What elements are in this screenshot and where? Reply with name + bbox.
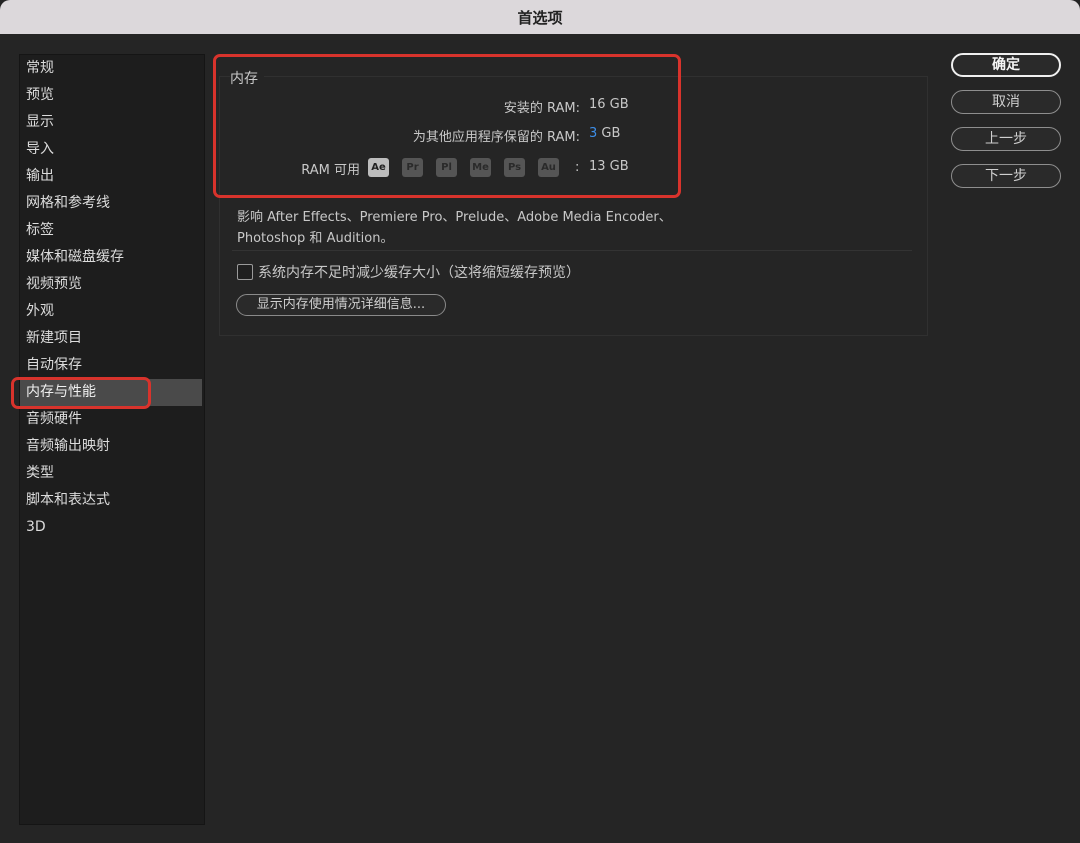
sidebar-item-output[interactable]: 输出 xyxy=(20,163,202,190)
me-badge-icon: Me xyxy=(470,157,491,177)
divider xyxy=(232,250,912,251)
sidebar-item-general[interactable]: 常规 xyxy=(20,55,202,82)
sidebar-item-audio-hardware[interactable]: 音频硬件 xyxy=(20,406,202,433)
sidebar-item-labels[interactable]: 标签 xyxy=(20,217,202,244)
affects-note-line2: Photoshop 和 Audition。 xyxy=(237,231,394,246)
reserved-ram-unit: GB xyxy=(601,126,621,141)
reserved-ram-number[interactable]: 3 xyxy=(589,126,597,141)
app-badges: Ae Pr Pl Me Ps Au xyxy=(368,157,572,177)
sidebar-item-scripting-expressions[interactable]: 脚本和表达式 xyxy=(20,487,202,514)
reserved-ram-label: 为其他应用程序保留的 RAM: xyxy=(412,130,580,145)
au-badge-icon: Au xyxy=(538,157,559,177)
sidebar-item-memory-performance[interactable]: 内存与性能 xyxy=(20,379,202,406)
sidebar-item-import[interactable]: 导入 xyxy=(20,136,202,163)
memory-details-button[interactable]: 显示内存使用情况详细信息... xyxy=(236,294,446,316)
next-button[interactable]: 下一步 xyxy=(951,164,1061,188)
pr-badge-icon: Pr xyxy=(402,157,423,177)
affects-note-line1: 影响 After Effects、Premiere Pro、Prelude、Ad… xyxy=(237,210,672,225)
cancel-button[interactable]: 取消 xyxy=(951,90,1061,114)
sidebar-item-auto-save[interactable]: 自动保存 xyxy=(20,352,202,379)
reduce-cache-checkbox[interactable] xyxy=(237,264,253,280)
sidebar-item-3d[interactable]: 3D xyxy=(20,514,202,541)
ae-badge-icon: Ae xyxy=(368,157,389,177)
sidebar-item-video-preview[interactable]: 视频预览 xyxy=(20,271,202,298)
sidebar-item-display[interactable]: 显示 xyxy=(20,109,202,136)
installed-ram-label: 安装的 RAM: xyxy=(503,101,580,116)
sidebar-item-media-disk-cache[interactable]: 媒体和磁盘缓存 xyxy=(20,244,202,271)
sidebar-item-previews[interactable]: 预览 xyxy=(20,82,202,109)
reserved-ram-value[interactable]: 3 GB xyxy=(589,126,620,141)
memory-group-label: 内存 xyxy=(230,68,264,88)
pl-badge-icon: Pl xyxy=(436,157,457,177)
sidebar-item-grids-guides[interactable]: 网格和参考线 xyxy=(20,190,202,217)
title-bar: 首选项 xyxy=(0,0,1080,34)
sidebar-item-type[interactable]: 类型 xyxy=(20,460,202,487)
available-ram-value: 13 GB xyxy=(589,159,629,174)
affects-note: 影响 After Effects、Premiere Pro、Prelude、Ad… xyxy=(237,207,677,249)
reduce-cache-label[interactable]: 系统内存不足时减少缓存大小（这将缩短缓存预览） xyxy=(258,262,580,282)
sidebar: 常规 预览 显示 导入 输出 网格和参考线 标签 媒体和磁盘缓存 视频预览 外观… xyxy=(19,54,205,825)
sidebar-item-appearance[interactable]: 外观 xyxy=(20,298,202,325)
sidebar-item-new-project[interactable]: 新建项目 xyxy=(20,325,202,352)
installed-ram-value: 16 GB xyxy=(589,97,629,112)
ps-badge-icon: Ps xyxy=(504,157,525,177)
sidebar-item-audio-output-mapping[interactable]: 音频输出映射 xyxy=(20,433,202,460)
ok-button[interactable]: 确定 xyxy=(951,53,1061,77)
previous-button[interactable]: 上一步 xyxy=(951,127,1061,151)
available-ram-colon: : xyxy=(575,160,580,175)
available-ram-label: RAM 可用 xyxy=(301,163,360,178)
window-title: 首选项 xyxy=(517,8,563,27)
